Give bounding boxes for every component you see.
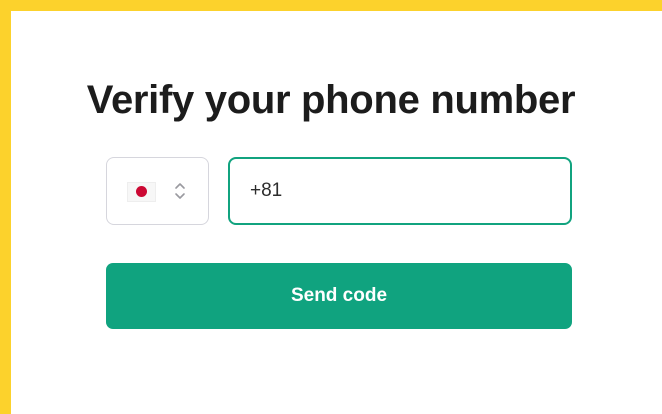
flag-red-circle [136, 186, 147, 197]
up-down-chevron-icon [175, 183, 185, 199]
send-code-button[interactable]: Send code [106, 263, 572, 329]
verification-card: Verify your phone number Send code [11, 11, 662, 414]
country-code-select[interactable] [106, 157, 209, 225]
page-title: Verify your phone number [86, 78, 576, 122]
japan-flag-icon [128, 183, 155, 201]
phone-number-input[interactable] [228, 157, 572, 225]
